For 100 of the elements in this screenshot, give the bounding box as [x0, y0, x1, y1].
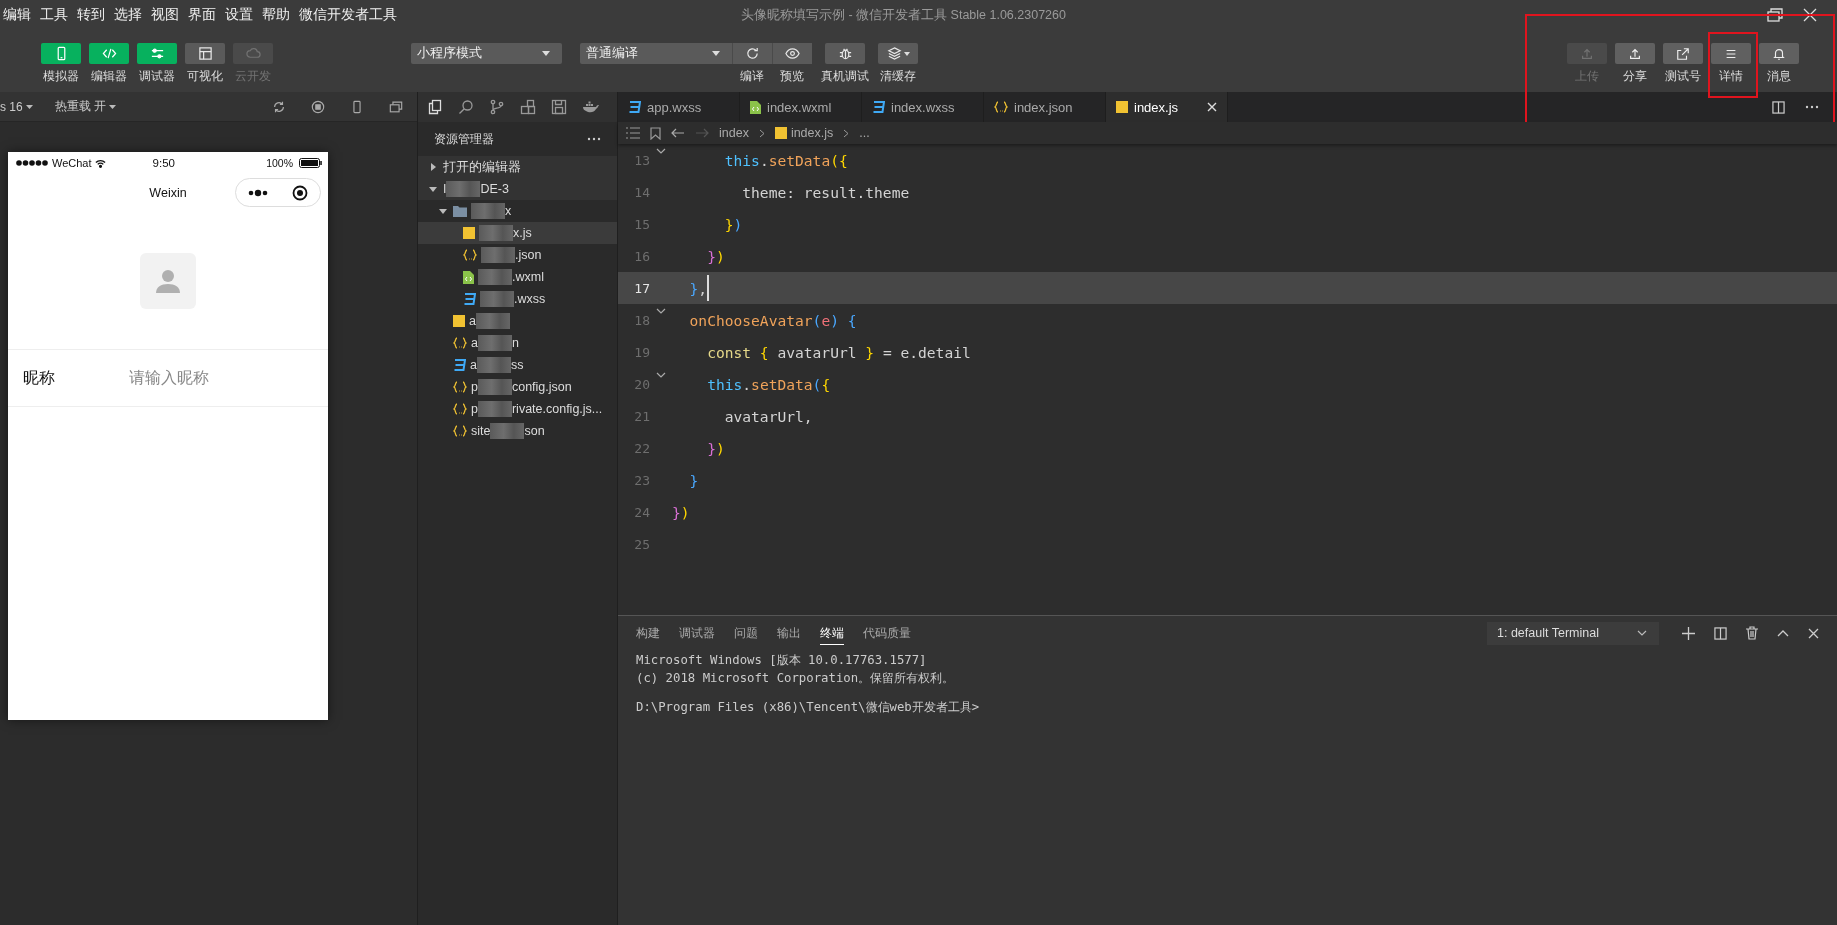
device-select[interactable]: s 16 — [0, 99, 33, 114]
menu-item[interactable]: 工具 — [40, 6, 68, 24]
breadcrumb-item[interactable]: index.js — [774, 126, 834, 140]
css-file-icon — [453, 359, 466, 371]
windows-icon[interactable] — [389, 99, 403, 114]
fold-chevron-icon[interactable] — [656, 148, 666, 154]
file-tree-item[interactable]: a — [418, 310, 617, 332]
split-icon[interactable] — [1714, 626, 1727, 640]
window-title: 头像昵称填写示例 - 微信开发者工具 Stable 1.06.2307260 — [741, 6, 1066, 24]
rotate-icon[interactable] — [272, 99, 286, 114]
json-file-icon — [463, 249, 477, 261]
breadcrumb-item[interactable]: index — [719, 126, 749, 140]
menu-item[interactable]: 设置 — [225, 6, 253, 24]
menu-item[interactable]: 视图 — [151, 6, 179, 24]
file-tree-item[interactable]: .wxss — [418, 288, 617, 310]
toolbar-label: 预览 — [780, 68, 804, 85]
toolbar-button[interactable] — [185, 43, 225, 64]
menu-item[interactable]: 帮助 — [262, 6, 290, 24]
file-tree-item[interactable]: .wxml — [418, 266, 617, 288]
menu-item[interactable]: 微信开发者工具 — [299, 6, 397, 24]
pixelated-blur — [481, 247, 515, 263]
toolbar-button[interactable] — [1615, 43, 1655, 64]
file-tree-item[interactable]: a n — [418, 332, 617, 354]
menu-item[interactable]: 编辑 — [3, 6, 31, 24]
hot-reload-select[interactable]: 热重载 开 — [54, 98, 117, 115]
mode-select[interactable]: 小程序模式 — [411, 43, 562, 64]
chevron-icon — [843, 128, 850, 138]
file-tree-item[interactable]: p config.json — [418, 376, 617, 398]
eye-icon — [785, 46, 800, 61]
pixelated-blur — [446, 181, 481, 197]
close-icon[interactable] — [1207, 102, 1217, 112]
css-file-icon — [463, 293, 476, 305]
menu-item[interactable]: 选择 — [114, 6, 142, 24]
explorer-title: 资源管理器 — [434, 130, 494, 148]
toolbar-label: 消息 — [1767, 68, 1791, 85]
panel-tab[interactable]: 问题 — [734, 621, 758, 645]
panel-tab[interactable]: 构建 — [636, 621, 660, 645]
menu-item[interactable]: 转到 — [77, 6, 105, 24]
restore-icon[interactable] — [1767, 8, 1783, 22]
panel-tab[interactable]: 调试器 — [679, 621, 715, 645]
search-icon[interactable] — [458, 99, 474, 115]
panel-tab[interactable]: 代码质量 — [863, 621, 911, 645]
toolbar-button[interactable] — [878, 43, 918, 64]
toolbar-button[interactable] — [1711, 43, 1751, 64]
cloud-icon — [245, 46, 261, 61]
upload-icon — [1580, 46, 1594, 61]
split-icon[interactable] — [1772, 100, 1785, 114]
nickname-field[interactable]: 请输入昵称 — [129, 367, 309, 389]
panel-tab[interactable]: 输出 — [777, 621, 801, 645]
file-tree-item[interactable]: .json — [418, 244, 617, 266]
toolbar-button[interactable] — [825, 43, 865, 64]
whale-icon[interactable] — [582, 100, 600, 114]
section-header[interactable]: 打开的编辑器 — [418, 156, 617, 178]
phone-icon[interactable] — [350, 99, 364, 114]
line-number: 13 — [633, 152, 650, 168]
js-file-icon — [774, 127, 787, 139]
toolbar-button[interactable] — [1663, 43, 1703, 64]
toolbar-button[interactable] — [772, 43, 812, 64]
trash-icon[interactable] — [1746, 626, 1758, 640]
toolbar-button[interactable] — [137, 43, 177, 64]
code-line: theme: result.theme — [741, 183, 910, 201]
close-icon[interactable] — [1808, 627, 1819, 639]
css-file-icon — [872, 101, 885, 113]
caret-icon — [109, 104, 117, 109]
plus-icon[interactable] — [1682, 626, 1695, 640]
chevron-icon — [758, 128, 765, 138]
branch-icon[interactable] — [489, 99, 505, 115]
pixelated-blur — [477, 401, 512, 417]
file-tree-item[interactable]: a ss — [418, 354, 617, 376]
save-icon[interactable] — [551, 99, 567, 115]
file-tree-item[interactable]: x — [418, 200, 617, 222]
more-icon[interactable] — [587, 137, 601, 141]
more-icon[interactable] — [1805, 105, 1819, 109]
bug-icon — [837, 46, 853, 61]
json-file-icon — [453, 381, 467, 393]
stop-icon[interactable] — [311, 99, 325, 114]
bookmark-icon[interactable] — [650, 126, 661, 140]
terminal-select[interactable]: 1: default Terminal — [1487, 621, 1659, 645]
menu-item[interactable]: 界面 — [188, 6, 216, 24]
fold-chevron-icon[interactable] — [656, 372, 666, 378]
file-tree-item[interactable]: x.js — [418, 222, 617, 244]
toolbar-button[interactable] — [732, 43, 772, 64]
files-icon[interactable] — [427, 99, 443, 115]
pixelated-blur — [480, 291, 514, 307]
chevron-up-icon[interactable] — [1777, 629, 1789, 637]
carrier-name: WeChat — [52, 157, 92, 169]
file-tree-item[interactable]: I DE-3 — [418, 178, 617, 200]
back-arrow-icon[interactable] — [671, 128, 685, 138]
close-icon[interactable] — [1803, 8, 1817, 22]
toolbar-label: 清缓存 — [880, 68, 916, 85]
file-tree-item[interactable]: p rivate.config.js... — [418, 398, 617, 420]
toolbar-button[interactable] — [1759, 43, 1799, 64]
file-tree-item[interactable]: site son — [418, 420, 617, 442]
editor-tab[interactable]: index.js — [1106, 92, 1228, 122]
pixelated-blur — [490, 423, 525, 439]
fold-chevron-icon[interactable] — [656, 308, 666, 314]
breadcrumb-item[interactable]: ... — [859, 126, 870, 140]
extensions-icon[interactable] — [520, 99, 536, 115]
panel-tab[interactable]: 终端 — [820, 621, 844, 645]
compile-select[interactable]: 普通编译 — [580, 43, 732, 64]
